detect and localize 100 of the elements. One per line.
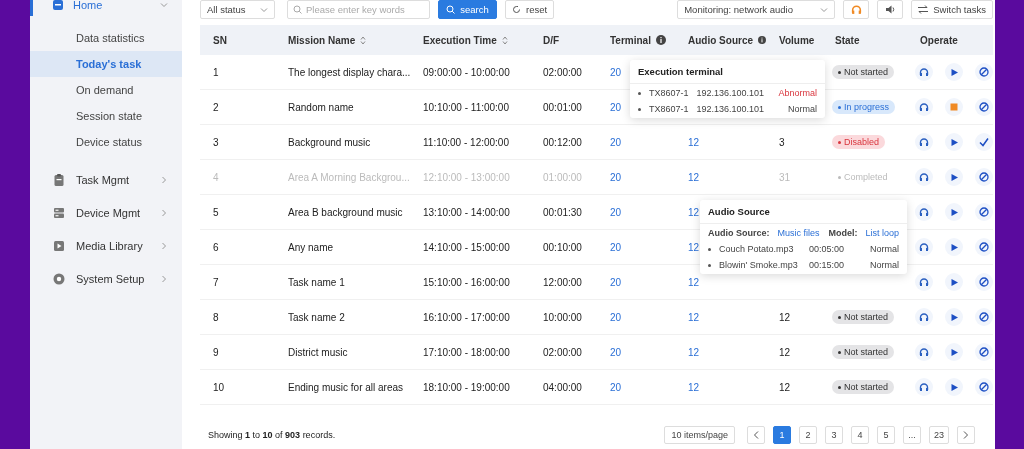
audio-source-link[interactable]: 12 xyxy=(688,241,700,253)
terminal-link[interactable]: 20 xyxy=(610,171,622,183)
search-button[interactable]: search xyxy=(438,0,497,19)
nav-item[interactable]: Media Library xyxy=(30,229,182,262)
play-button[interactable] xyxy=(945,168,963,186)
column-header: SN xyxy=(213,34,227,46)
monitor-dropdown[interactable]: Monitoring: network audio xyxy=(677,0,836,19)
terminal-link[interactable]: 20 xyxy=(610,206,622,218)
listen-button[interactable] xyxy=(915,98,933,116)
terminal-link[interactable]: 20 xyxy=(610,101,622,113)
headphones-icon xyxy=(919,382,929,392)
table-cell: 00:01:30 xyxy=(543,206,582,218)
disable-button[interactable] xyxy=(975,63,993,81)
page-button[interactable]: 5 xyxy=(877,426,895,444)
table-cell: 10 xyxy=(213,381,225,393)
ban-icon xyxy=(979,172,989,182)
status-badge: Not started xyxy=(832,310,895,325)
play-button[interactable] xyxy=(945,308,963,326)
page-button[interactable]: 23 xyxy=(929,426,949,444)
play-button[interactable] xyxy=(945,203,963,221)
play-icon xyxy=(52,238,66,253)
terminal-link[interactable]: 20 xyxy=(610,381,622,393)
play-button[interactable] xyxy=(945,133,963,151)
switch-tasks-button[interactable]: Switch tasks xyxy=(911,0,993,19)
audio-source-link[interactable]: 12 xyxy=(688,311,700,323)
clipboard-icon xyxy=(52,172,66,187)
audio-source-link[interactable]: 12 xyxy=(688,276,700,288)
play-button[interactable] xyxy=(945,238,963,256)
listen-button[interactable] xyxy=(915,273,933,291)
page-size-select[interactable]: 10 items/page xyxy=(664,426,735,444)
page-button[interactable]: 4 xyxy=(851,426,869,444)
audio-source-link[interactable]: 12 xyxy=(688,346,700,358)
ban-icon xyxy=(979,347,989,357)
disable-button[interactable] xyxy=(975,308,993,326)
terminal-link[interactable]: 20 xyxy=(610,276,622,288)
play-icon xyxy=(949,347,959,357)
listen-button[interactable] xyxy=(915,203,933,221)
audio-source-link[interactable]: 12 xyxy=(688,206,700,218)
disable-button[interactable] xyxy=(975,378,993,396)
sort-icon[interactable] xyxy=(501,35,508,45)
table-cell: 02:00:00 xyxy=(543,346,582,358)
disable-button[interactable] xyxy=(975,168,993,186)
nav-item[interactable]: Device Mgmt xyxy=(30,196,182,229)
table-cell: 12:00:00 xyxy=(543,276,582,288)
disable-button[interactable] xyxy=(975,98,993,116)
disable-button[interactable] xyxy=(975,238,993,256)
nav-subitem[interactable]: Data statistics xyxy=(30,25,182,51)
terminal-link[interactable]: 20 xyxy=(610,241,622,253)
info-icon[interactable] xyxy=(655,35,666,45)
enable-button[interactable] xyxy=(975,133,993,151)
chevron-right-icon xyxy=(963,431,969,439)
nav-subitem[interactable]: Session state xyxy=(30,103,182,129)
play-button[interactable] xyxy=(945,63,963,81)
column-header: Terminal xyxy=(610,34,651,46)
listen-button[interactable] xyxy=(915,238,933,256)
nav-item[interactable]: Home xyxy=(30,0,182,16)
search-field[interactable]: Please enter key words xyxy=(287,0,430,19)
table-cell: 01:00:00 xyxy=(543,171,582,183)
table-cell: 00:12:00 xyxy=(543,136,582,148)
nav-item[interactable]: Task Mgmt xyxy=(30,163,182,196)
info-icon[interactable] xyxy=(758,35,766,45)
audio-source-link[interactable]: 12 xyxy=(688,136,700,148)
listen-button[interactable] xyxy=(915,308,933,326)
page-button[interactable]: 2 xyxy=(799,426,817,444)
nav-subitem[interactable]: Device status xyxy=(30,129,182,155)
play-button[interactable] xyxy=(945,343,963,361)
terminal-link[interactable]: 20 xyxy=(610,136,622,148)
listen-button[interactable] xyxy=(915,378,933,396)
disable-button[interactable] xyxy=(975,203,993,221)
terminal-link[interactable]: 20 xyxy=(610,66,622,78)
headphones-icon xyxy=(919,347,929,357)
sort-icon[interactable] xyxy=(360,35,367,45)
disable-button[interactable] xyxy=(975,343,993,361)
ban-icon xyxy=(979,67,989,77)
nav-item[interactable]: System Setup xyxy=(30,262,182,295)
device-status: Normal xyxy=(788,104,817,114)
nav-label: Media Library xyxy=(76,239,144,252)
nav-subitem[interactable]: On demand xyxy=(30,77,182,103)
listen-button[interactable] xyxy=(915,133,933,151)
status-badge: In progress xyxy=(832,100,896,115)
listen-button[interactable] xyxy=(915,63,933,81)
page-button[interactable]: ... xyxy=(903,426,921,444)
audio-source-link[interactable]: 12 xyxy=(688,171,700,183)
page-button[interactable]: 3 xyxy=(825,426,843,444)
listen-button[interactable] xyxy=(915,343,933,361)
terminal-link[interactable]: 20 xyxy=(610,346,622,358)
play-button[interactable] xyxy=(945,378,963,396)
reset-button[interactable]: reset xyxy=(505,0,555,19)
nav-subitem[interactable]: Today's task xyxy=(30,51,182,77)
listen-button[interactable] xyxy=(915,168,933,186)
status-dropdown[interactable]: All status xyxy=(200,0,275,19)
disable-button[interactable] xyxy=(975,273,993,291)
play-icon xyxy=(949,242,959,252)
audio-source-link[interactable]: 12 xyxy=(688,381,700,393)
play-icon xyxy=(949,277,959,287)
terminal-link[interactable]: 20 xyxy=(610,311,622,323)
play-button[interactable] xyxy=(945,273,963,291)
speaker-button[interactable] xyxy=(877,0,904,19)
page-button[interactable]: 1 xyxy=(773,426,791,444)
table-cell: 3 xyxy=(779,136,785,148)
